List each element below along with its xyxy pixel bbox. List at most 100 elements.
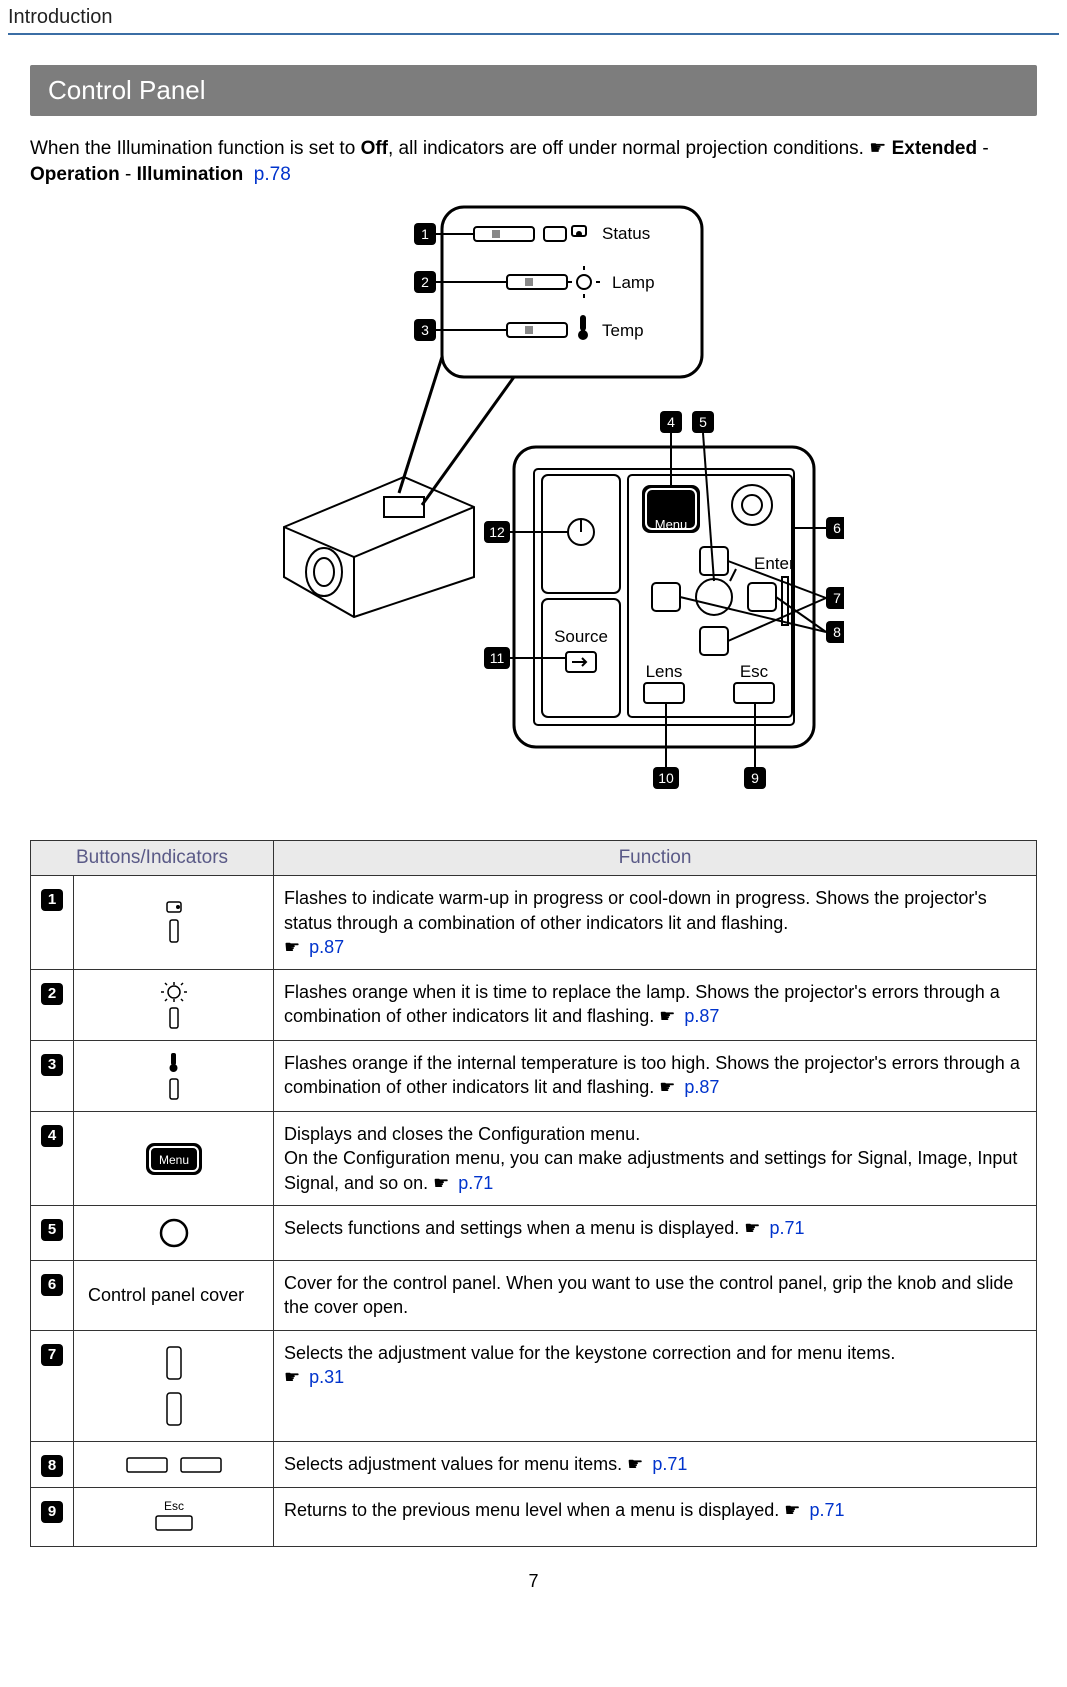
svg-text:8: 8 <box>833 624 841 640</box>
intro-off: Off <box>361 138 388 159</box>
row4-link[interactable]: p.71 <box>458 1173 493 1193</box>
intro-dash2: - <box>120 164 137 185</box>
table-row: 4 Menu Displays and closes the Configura… <box>31 1112 1037 1206</box>
enter-ring-icon <box>74 1206 274 1261</box>
callout-1: 1 <box>414 223 474 245</box>
row9-desc: Returns to the previous menu level when … <box>274 1487 1037 1546</box>
row9-link[interactable]: p.71 <box>809 1500 844 1520</box>
row9-num: 9 <box>41 1501 63 1523</box>
svg-text:11: 11 <box>489 650 504 666</box>
intro-b1: Extended <box>892 138 978 159</box>
intro-page-link[interactable]: p.78 <box>254 164 291 185</box>
row5-link[interactable]: p.71 <box>769 1218 804 1238</box>
projector-icon <box>284 477 474 617</box>
row6-desc: Cover for the control panel. When you wa… <box>274 1261 1037 1331</box>
svg-text:Esc: Esc <box>163 1499 183 1513</box>
callout-12: 12 <box>484 521 568 543</box>
callout-6: 6 <box>794 517 844 539</box>
page-header-title: Introduction <box>8 6 1059 29</box>
row7-link[interactable]: p.31 <box>309 1367 344 1387</box>
left-right-buttons-icon <box>74 1441 274 1487</box>
row2-num: 2 <box>41 983 63 1005</box>
row6-num: 6 <box>41 1274 63 1296</box>
hand-pointer-icon <box>284 1367 304 1387</box>
svg-text:1: 1 <box>421 226 429 242</box>
row3-desc: Flashes orange if the internal temperatu… <box>274 1041 1037 1112</box>
intro-mid: , all indicators are off under normal pr… <box>388 138 864 159</box>
diagram-label-menu: Menu <box>654 517 687 532</box>
intro-paragraph: When the Illumination function is set to… <box>30 136 1037 187</box>
row6-label: Control panel cover <box>74 1261 274 1331</box>
table-row: 6 Control panel cover Cover for the cont… <box>31 1261 1037 1331</box>
row8-desc: Selects adjustment values for menu items… <box>274 1441 1037 1487</box>
row3-num: 3 <box>41 1054 63 1076</box>
row1-link[interactable]: p.87 <box>309 937 344 957</box>
intro-prefix: When the Illumination function is set to <box>30 138 361 159</box>
svg-text:6: 6 <box>833 520 841 536</box>
row2-link[interactable]: p.87 <box>684 1006 719 1026</box>
row2-desc: Flashes orange when it is time to replac… <box>274 970 1037 1041</box>
table-row: 3 Flashes orange if the internal tempera… <box>31 1041 1037 1112</box>
diagram-label-lamp: Lamp <box>612 273 655 292</box>
svg-text:10: 10 <box>658 770 674 786</box>
control-panel-diagram: .ln{stroke:#000;stroke-width:2;fill:none… <box>0 197 1067 822</box>
diagram-label-lens: Lens <box>645 662 682 681</box>
keystone-buttons-icon <box>74 1330 274 1441</box>
function-table: Buttons/Indicators Function 1 Flashes to… <box>30 840 1037 1547</box>
diagram-label-enter: Enter <box>754 554 795 573</box>
lamp-indicator-icon <box>74 970 274 1041</box>
hand-pointer-icon <box>744 1218 764 1238</box>
section-title-bar: Control Panel <box>30 65 1037 116</box>
table-head-col1: Buttons/Indicators <box>31 841 274 876</box>
row1-desc: Flashes to indicate warm-up in progress … <box>274 876 1037 970</box>
hand-pointer-icon <box>659 1006 679 1026</box>
svg-text:3: 3 <box>421 322 429 338</box>
row3-link[interactable]: p.87 <box>684 1077 719 1097</box>
intro-b3: Illumination <box>137 164 244 185</box>
row4-num: 4 <box>41 1125 63 1147</box>
intro-dash1: - <box>977 138 989 159</box>
row7-desc: Selects the adjustment value for the key… <box>274 1330 1037 1441</box>
page-number: 7 <box>0 1571 1067 1592</box>
temp-indicator-icon <box>74 1041 274 1112</box>
hand-pointer-icon: ☛ <box>869 138 886 159</box>
hand-pointer-icon <box>433 1173 453 1193</box>
status-indicator-icon <box>74 876 274 970</box>
row4-desc: Displays and closes the Configuration me… <box>274 1112 1037 1206</box>
diagram-label-status: Status <box>602 224 650 243</box>
row7-num: 7 <box>41 1344 63 1366</box>
svg-text:4: 4 <box>667 414 675 430</box>
menu-button-icon: Menu <box>74 1112 274 1206</box>
table-row: 7 Selects the adjustment value for the k… <box>31 1330 1037 1441</box>
page-header: Introduction <box>8 0 1059 35</box>
svg-text:2: 2 <box>421 274 429 290</box>
hand-pointer-icon <box>784 1500 804 1520</box>
svg-text:12: 12 <box>489 524 505 540</box>
callout-11: 11 <box>484 647 566 669</box>
row1-num: 1 <box>41 889 63 911</box>
row8-num: 8 <box>41 1455 63 1477</box>
table-row: 9 Esc Returns to the previous menu level… <box>31 1487 1037 1546</box>
table-row: 1 Flashes to indicate warm-up in progres… <box>31 876 1037 970</box>
row8-link[interactable]: p.71 <box>652 1454 687 1474</box>
callout-3: 3 <box>414 319 507 341</box>
hand-pointer-icon <box>627 1454 647 1474</box>
table-row: 5 Selects functions and settings when a … <box>31 1206 1037 1261</box>
table-row: 8 Selects adjustment values for menu ite… <box>31 1441 1037 1487</box>
table-row: 2 Flashes orange when it is time to repl… <box>31 970 1037 1041</box>
row5-num: 5 <box>41 1219 63 1241</box>
row5-desc: Selects functions and settings when a me… <box>274 1206 1037 1261</box>
callout-8: 8 <box>680 597 844 643</box>
hand-pointer-icon <box>284 937 304 957</box>
svg-text:7: 7 <box>833 590 841 606</box>
diagram-label-source: Source <box>554 627 608 646</box>
svg-text:9: 9 <box>751 770 759 786</box>
callout-2: 2 <box>414 271 507 293</box>
intro-b2: Operation <box>30 164 120 185</box>
esc-button-icon: Esc <box>74 1487 274 1546</box>
hand-pointer-icon <box>659 1077 679 1097</box>
table-head-col2: Function <box>274 841 1037 876</box>
diagram-label-temp: Temp <box>602 321 644 340</box>
diagram-label-esc: Esc <box>739 662 768 681</box>
svg-text:5: 5 <box>699 414 707 430</box>
